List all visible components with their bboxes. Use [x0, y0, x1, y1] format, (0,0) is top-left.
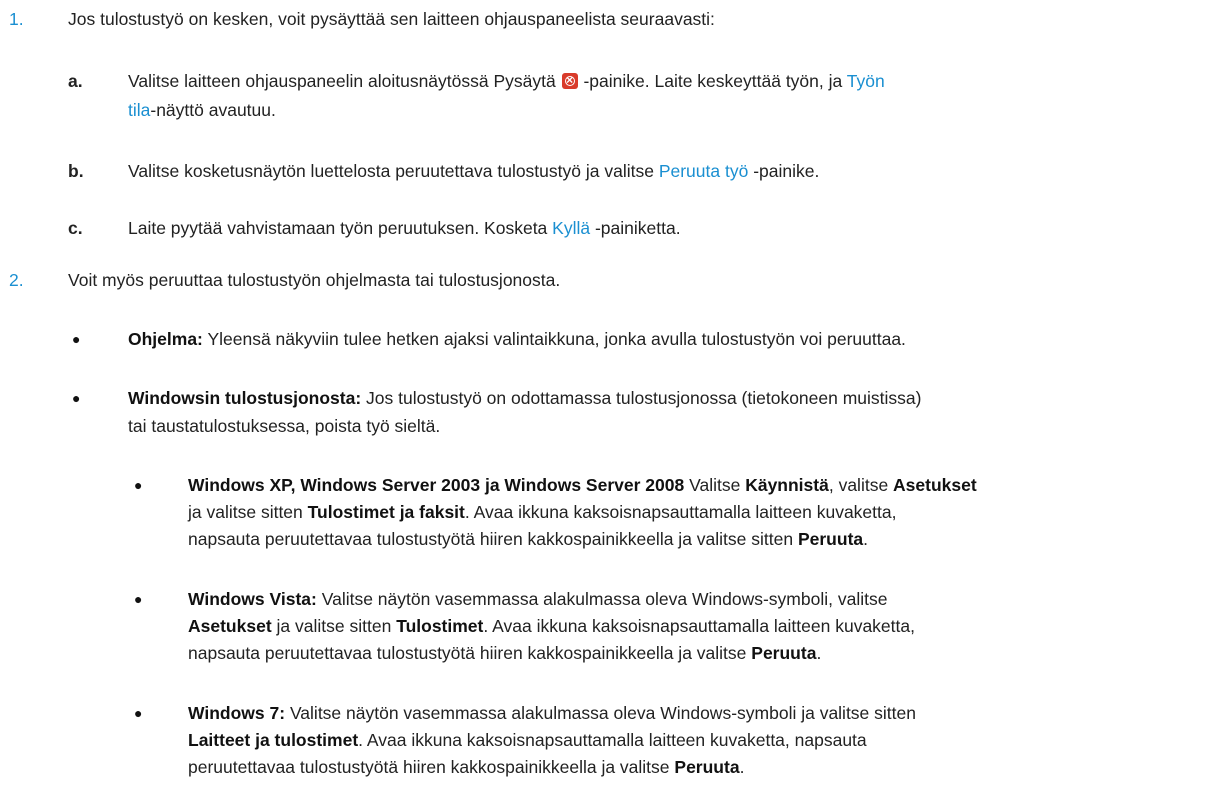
subbullet-bold-label: Windows XP, Windows Server 2003 ja Windo…	[188, 475, 685, 495]
link-kylla[interactable]: Kyllä	[552, 218, 590, 238]
subbullet-bold-term: Asetukset	[893, 475, 977, 495]
subbullet-text-continued: ja valitse sitten Tulostimet ja faksit. …	[188, 499, 896, 526]
subbullet-bold-label: Windows 7:	[188, 703, 286, 723]
subbullet-text-part: , valitse	[828, 475, 889, 495]
bullet-marker: ●	[72, 390, 81, 406]
substep-text-part: Valitse kosketusnäytön luettelosta peruu…	[128, 161, 654, 181]
substep-text-continued: tila-näyttö avautuu.	[128, 97, 276, 124]
step-number: 1.	[9, 9, 24, 29]
subbullet-bold-term: Peruuta	[751, 643, 817, 663]
subbullet-bold-term: Peruuta	[797, 529, 864, 549]
subbullet-text-part: napsauta peruutettavaa tulostustyötä hii…	[188, 643, 747, 663]
subbullet-text-part: .	[816, 643, 822, 663]
subbullet-marker: ●	[134, 591, 143, 607]
subbullet-marker: ●	[134, 705, 143, 721]
subbullet-text-part: peruutettavaa tulostustyötä hiiren kakko…	[188, 757, 670, 777]
substep-text-part: Valitse laitteen ohjauspaneelin aloitusn…	[128, 71, 556, 91]
bullet-text: Ohjelma: Yleensä näkyviin tulee hetken a…	[128, 326, 906, 353]
link-tyon-tila-continued[interactable]: tila	[128, 100, 150, 120]
substep-text-part: -painike. Laite keskeyttää työn, ja	[583, 71, 843, 91]
document-page: { "steps": [ { "num": "1.", "text": "Jos…	[0, 0, 1206, 797]
bullet-bold-label: Ohjelma:	[128, 329, 203, 349]
step-number: 2.	[9, 270, 24, 290]
subbullet-text-part: napsauta peruutettavaa tulostustyötä hii…	[188, 529, 794, 549]
bullet-text-part: Yleensä näkyviin tulee hetken ajaksi val…	[207, 329, 906, 349]
subbullet-bold-term: Laitteet ja tulostimet	[188, 730, 359, 750]
subbullet-text-part: . Avaa ikkuna kaksoisnapsauttamalla lait…	[358, 730, 867, 750]
subbullet-text: Windows XP, Windows Server 2003 ja Windo…	[188, 472, 977, 499]
subbullet-text-continued: Asetukset ja valitse sitten Tulostimet. …	[188, 613, 915, 640]
bullet-text-continued: tai taustatulostuksessa, poista työ siel…	[128, 416, 441, 436]
subbullet-text-continued: napsauta peruutettavaa tulostustyötä hii…	[188, 640, 821, 667]
bullet-bold-label: Windowsin tulostusjonosta:	[128, 388, 362, 408]
subbullet-bold-term: Peruuta	[674, 757, 740, 777]
substep-letter: c.	[68, 218, 83, 238]
subbullet-text-part: Valitse näytön vasemmassa alakulmassa ol…	[321, 589, 888, 609]
bullet-text: Windowsin tulostusjonosta: Jos tulostust…	[128, 385, 921, 412]
subbullet-text-continued: Laitteet ja tulostimet. Avaa ikkuna kaks…	[188, 727, 867, 754]
substep-text-part: -näyttö avautuu.	[150, 100, 276, 120]
subbullet-text-part: .	[739, 757, 745, 777]
subbullet-bold-term: Asetukset	[188, 616, 272, 636]
bullet-text-part: Jos tulostustyö on odottamassa tulostusj…	[366, 388, 922, 408]
subbullet-text-part: . Avaa ikkuna kaksoisnapsauttamalla lait…	[483, 616, 915, 636]
bullet-marker: ●	[72, 331, 81, 347]
subbullet-text-continued: peruutettavaa tulostustyötä hiiren kakko…	[188, 754, 744, 781]
substep-text: Valitse laitteen ohjauspaneelin aloitusn…	[128, 67, 885, 95]
subbullet-text: Windows 7: Valitse näytön vasemmassa ala…	[188, 700, 916, 727]
subbullet-bold-term: Käynnistä	[745, 475, 829, 495]
subbullet-bold-term: Tulostimet	[396, 616, 484, 636]
substep-text-part: Laite pyytää vahvistamaan työn peruutuks…	[128, 218, 548, 238]
substep-text: Laite pyytää vahvistamaan työn peruutuks…	[128, 215, 681, 242]
subbullet-bold-term: Tulostimet ja faksit	[307, 502, 465, 522]
subbullet-text-continued: napsauta peruutettavaa tulostustyötä hii…	[188, 526, 868, 553]
stop-icon	[561, 67, 578, 94]
subbullet-marker: ●	[134, 477, 143, 493]
subbullet-text-part: Valitse	[689, 475, 741, 495]
subbullet-text-part: .	[863, 529, 868, 549]
subbullet-text: Windows Vista: Valitse näytön vasemmassa…	[188, 586, 887, 613]
subbullet-text-part: ja valitse sitten	[188, 502, 303, 522]
substep-text-part: -painike.	[753, 161, 820, 181]
substep-letter: b.	[68, 161, 84, 181]
step-text: Voit myös peruuttaa tulostustyön ohjelma…	[68, 270, 561, 290]
substep-text-part: -painiketta.	[594, 218, 681, 238]
subbullet-text-part: Valitse näytön vasemmassa alakulmassa ol…	[289, 703, 916, 723]
subbullet-bold-label: Windows Vista:	[188, 589, 317, 609]
substep-letter: a.	[68, 71, 83, 91]
link-peruuta-tyo[interactable]: Peruuta työ	[659, 161, 749, 181]
subbullet-text-part: . Avaa ikkuna kaksoisnapsauttamalla lait…	[464, 502, 897, 522]
link-tyon-tila[interactable]: Työn	[847, 71, 885, 91]
step-text: Jos tulostustyö on kesken, voit pysäyttä…	[68, 9, 715, 29]
substep-text: Valitse kosketusnäytön luettelosta peruu…	[128, 158, 819, 185]
subbullet-text-part: ja valitse sitten	[276, 616, 392, 636]
